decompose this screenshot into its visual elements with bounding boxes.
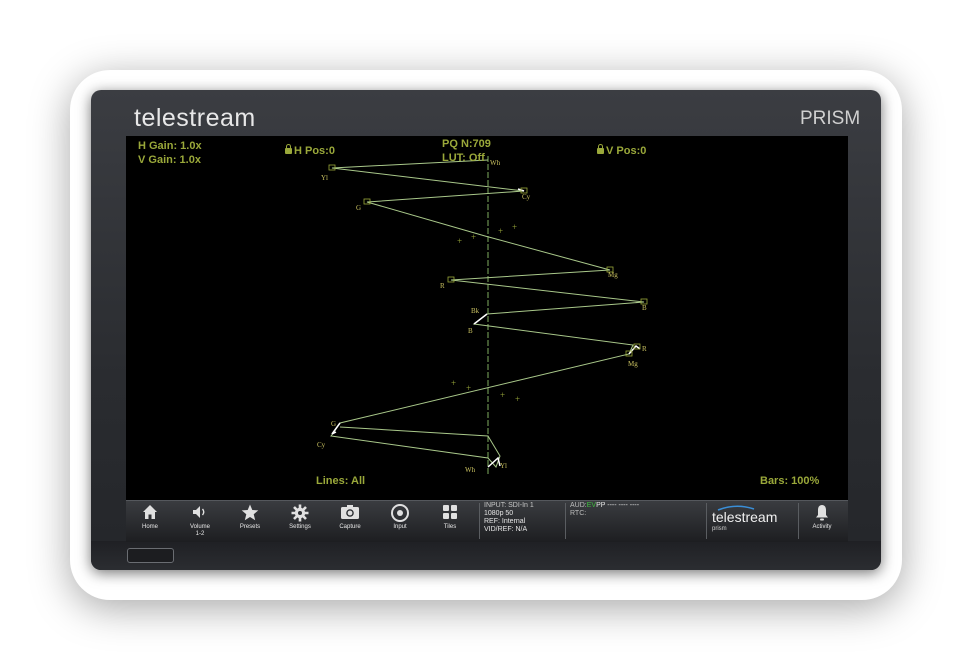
telestream-logo: telestream bbox=[134, 104, 256, 132]
label-b-top: B bbox=[642, 304, 647, 312]
star-icon bbox=[227, 504, 273, 524]
audio-ev-indicator: EV bbox=[586, 502, 597, 509]
label-r-bot: R bbox=[642, 345, 647, 353]
video-format: 1080p 50 bbox=[484, 510, 514, 517]
home-label: Home bbox=[141, 524, 158, 530]
label-mg-top: Mg bbox=[608, 271, 618, 279]
activity-label: Activity bbox=[812, 524, 832, 530]
brand-swoosh bbox=[717, 505, 755, 511]
bottom-toolbar: Home Volume 1-2 Presets Settings Capture… bbox=[126, 500, 848, 542]
input-dial-icon bbox=[377, 504, 423, 524]
audio-label: AUD: bbox=[570, 502, 587, 509]
bell-icon bbox=[799, 504, 845, 524]
home-icon bbox=[127, 504, 173, 524]
h-pos-text: H Pos:0 bbox=[294, 145, 335, 157]
audio-channels: PP ---- ---- ---- bbox=[596, 502, 640, 509]
label-cy-top: Cy bbox=[522, 193, 531, 201]
trace-graph: + ++ + + ++ + Yl Wh Cy G Mg R B Bk B R Mg G … bbox=[317, 156, 648, 476]
volume-label: Volume bbox=[189, 524, 210, 530]
label-yl-top: Yl bbox=[321, 174, 328, 182]
product-name: PRISM bbox=[800, 108, 861, 129]
svg-text:+: + bbox=[500, 390, 505, 400]
tiles-button[interactable]: Tiles bbox=[427, 504, 473, 540]
bars-readout: Bars: 100% bbox=[760, 475, 820, 487]
footer-brand: telestream prism bbox=[712, 505, 777, 532]
lut-readout: LUT: Off bbox=[442, 152, 485, 164]
hardware-button[interactable] bbox=[127, 548, 174, 563]
capture-button[interactable]: Capture bbox=[327, 504, 373, 540]
label-b-bot: B bbox=[468, 327, 473, 335]
svg-text:+: + bbox=[498, 226, 503, 236]
lock-icon bbox=[597, 144, 604, 154]
capture-label: Capture bbox=[339, 524, 361, 530]
label-r-top: R bbox=[440, 282, 445, 290]
label-mg-bot: Mg bbox=[628, 360, 638, 368]
waveform-screen: + + + + + + + + Yl Wh Cy G Mg R B Bk B R Mg G … bbox=[126, 136, 848, 500]
v-pos-readout: V Pos:0 bbox=[597, 144, 647, 157]
label-bk: Bk bbox=[471, 307, 480, 315]
v-gain-readout: V Gain: 1.0x bbox=[138, 154, 201, 166]
label-g-top: G bbox=[356, 204, 361, 212]
reference-status: REF: Internal bbox=[484, 518, 526, 525]
presets-label: Presets bbox=[239, 524, 261, 530]
label-yl-bot: Yl bbox=[500, 462, 507, 470]
toolbar-divider bbox=[706, 503, 707, 539]
input-button[interactable]: Input bbox=[377, 504, 423, 540]
gear-icon bbox=[277, 504, 323, 524]
activity-button[interactable]: Activity bbox=[799, 504, 845, 540]
speaker-icon bbox=[177, 504, 223, 524]
audio-status: AUD:EVPP ---- ---- ---- RTC: bbox=[570, 502, 639, 518]
svg-text:+: + bbox=[466, 383, 471, 393]
input-label: Input bbox=[393, 524, 407, 530]
toolbar-divider bbox=[479, 503, 480, 539]
pq-readout: PQ N:709 bbox=[442, 138, 491, 150]
camera-icon bbox=[327, 504, 373, 524]
svg-text:+: + bbox=[515, 394, 520, 404]
label-wh-bot: Wh bbox=[465, 466, 476, 474]
h-gain-readout: H Gain: 1.0x bbox=[138, 140, 202, 152]
home-button[interactable]: Home bbox=[127, 504, 173, 540]
bezel-bottom-strip bbox=[91, 541, 881, 570]
label-cy-bot: Cy bbox=[317, 441, 326, 449]
settings-button[interactable]: Settings bbox=[277, 504, 323, 540]
tiles-label: Tiles bbox=[443, 524, 457, 530]
volume-channel-label: 1-2 bbox=[195, 531, 205, 537]
lines-readout: Lines: All bbox=[316, 475, 366, 487]
lock-icon bbox=[285, 144, 292, 154]
toolbar-divider bbox=[565, 503, 566, 539]
h-pos-readout: H Pos:0 bbox=[285, 144, 335, 157]
rtc-status: RTC: bbox=[570, 510, 587, 517]
volume-button[interactable]: Volume 1-2 bbox=[177, 504, 223, 540]
svg-text:+: + bbox=[471, 232, 476, 242]
label-g-bot: G bbox=[331, 420, 336, 428]
svg-text:+: + bbox=[457, 236, 462, 246]
tiles-icon bbox=[427, 504, 473, 524]
vid-ref-status: VID/REF: N/A bbox=[484, 526, 528, 533]
settings-label: Settings bbox=[289, 524, 311, 530]
svg-text:+: + bbox=[451, 378, 456, 388]
trace-highlight bbox=[473, 313, 488, 325]
label-wh-top: Wh bbox=[490, 159, 501, 167]
v-pos-text: V Pos:0 bbox=[606, 145, 647, 157]
presets-button[interactable]: Presets bbox=[227, 504, 273, 540]
input-source: INPUT: SDI-In 1 bbox=[484, 502, 534, 509]
input-status: INPUT: SDI-In 1 1080p 50 REF: Internal V… bbox=[484, 502, 534, 534]
crosshair-markers: + + + + + + + + bbox=[451, 222, 520, 404]
footer-brand-sub: prism bbox=[712, 526, 727, 532]
svg-text:+: + bbox=[512, 222, 517, 232]
